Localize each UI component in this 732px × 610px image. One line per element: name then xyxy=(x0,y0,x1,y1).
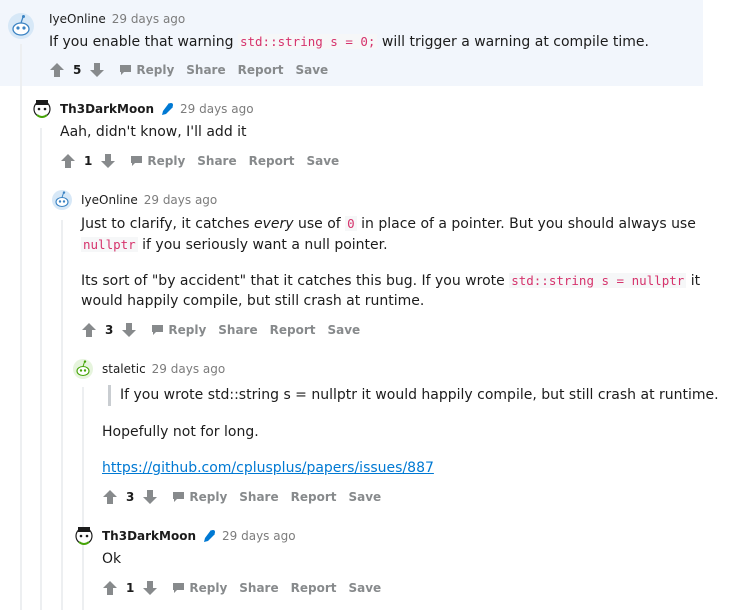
timestamp[interactable]: 29 days ago xyxy=(112,12,186,26)
arrow-down-icon[interactable] xyxy=(100,153,116,169)
report-button[interactable]: Report xyxy=(291,490,337,504)
comment-body: Aah, didn't know, I'll add it xyxy=(60,124,247,140)
comment-bubble-icon xyxy=(152,325,164,335)
comment-actions: 3 Reply Share Report Save xyxy=(102,489,381,505)
inline-code: 0 xyxy=(345,216,357,231)
comment-link-line: https://github.com/cplusplus/papers/issu… xyxy=(102,458,434,479)
inline-code: nullptr xyxy=(81,237,138,252)
reply-button[interactable]: Reply xyxy=(172,581,227,595)
arrow-up-icon[interactable] xyxy=(81,322,97,338)
comment-body: Hopefully not for long. xyxy=(102,424,259,440)
avatar[interactable] xyxy=(51,189,73,211)
arrow-down-icon[interactable] xyxy=(142,489,158,505)
timestamp[interactable]: 29 days ago xyxy=(180,102,254,116)
avatar[interactable] xyxy=(31,97,53,119)
avatar[interactable] xyxy=(73,524,95,546)
comment-bubble-icon xyxy=(120,65,132,75)
comment-meta: IyeOnline 29 days ago xyxy=(81,193,217,207)
vote-score: 3 xyxy=(105,323,114,337)
comment-meta: IyeOnline 29 days ago xyxy=(49,12,185,26)
save-button[interactable]: Save xyxy=(348,581,381,595)
thread-line[interactable] xyxy=(82,387,84,610)
inline-code: std::string s = 0; xyxy=(237,34,378,49)
comment-body: If you enable that warning std::string s… xyxy=(49,34,649,50)
save-button[interactable]: Save xyxy=(348,490,381,504)
vote-score: 3 xyxy=(126,490,135,504)
reply-button[interactable]: Reply xyxy=(172,490,227,504)
comment-body: Its sort of "by accident" that it catche… xyxy=(81,273,701,289)
blockquote: If you wrote std::string s = nullptr it … xyxy=(108,385,719,406)
comment-body: Ok xyxy=(102,551,122,567)
avatar[interactable] xyxy=(72,358,94,380)
share-button[interactable]: Share xyxy=(218,323,257,337)
save-button[interactable]: Save xyxy=(306,154,339,168)
thread-line[interactable] xyxy=(61,220,63,610)
timestamp[interactable]: 29 days ago xyxy=(222,529,296,543)
arrow-up-icon[interactable] xyxy=(102,580,118,596)
external-link[interactable]: https://github.com/cplusplus/papers/issu… xyxy=(102,460,434,476)
author-name[interactable]: Th3DarkMoon xyxy=(60,102,154,116)
share-button[interactable]: Share xyxy=(197,154,236,168)
thread-line[interactable] xyxy=(40,128,42,610)
share-button[interactable]: Share xyxy=(239,581,278,595)
report-button[interactable]: Report xyxy=(238,63,284,77)
vote-score: 5 xyxy=(73,63,82,77)
vote-score: 1 xyxy=(126,581,135,595)
save-button[interactable]: Save xyxy=(295,63,328,77)
timestamp[interactable]: 29 days ago xyxy=(152,362,226,376)
share-button[interactable]: Share xyxy=(186,63,225,77)
author-name[interactable]: staletic xyxy=(102,362,146,376)
arrow-up-icon[interactable] xyxy=(49,62,65,78)
arrow-down-icon[interactable] xyxy=(89,62,105,78)
comment-body: Just to clarify, it catches every use of… xyxy=(81,216,696,232)
inline-code: std::string s = nullptr xyxy=(509,273,687,288)
reply-button[interactable]: Reply xyxy=(130,154,185,168)
comment-bubble-icon xyxy=(173,583,185,593)
arrow-up-icon[interactable] xyxy=(102,489,118,505)
comment-meta: Th3DarkMoon 29 days ago xyxy=(102,529,296,543)
comment-meta: Th3DarkMoon 29 days ago xyxy=(60,102,254,116)
comment-bubble-icon xyxy=(173,492,185,502)
comment-actions: 1 Reply Share Report Save xyxy=(60,153,339,169)
reply-button[interactable]: Reply xyxy=(151,323,206,337)
report-button[interactable]: Report xyxy=(291,581,337,595)
comment-actions: 1 Reply Share Report Save xyxy=(102,580,381,596)
comment-meta: staletic 29 days ago xyxy=(102,362,225,376)
reply-button[interactable]: Reply xyxy=(119,63,174,77)
save-button[interactable]: Save xyxy=(327,323,360,337)
author-name[interactable]: Th3DarkMoon xyxy=(102,529,196,543)
arrow-up-icon[interactable] xyxy=(60,153,76,169)
avatar[interactable] xyxy=(7,12,35,40)
comment-bubble-icon xyxy=(131,156,143,166)
arrow-down-icon[interactable] xyxy=(142,580,158,596)
comment-actions: 3 Reply Share Report Save xyxy=(81,322,360,338)
report-button[interactable]: Report xyxy=(270,323,316,337)
author-name[interactable]: IyeOnline xyxy=(49,12,106,26)
report-button[interactable]: Report xyxy=(249,154,295,168)
vote-score: 1 xyxy=(84,154,93,168)
comment-body-line: nullptr if you seriously want a null poi… xyxy=(81,237,388,253)
timestamp[interactable]: 29 days ago xyxy=(144,193,218,207)
arrow-down-icon[interactable] xyxy=(121,322,137,338)
microphone-icon xyxy=(204,530,216,542)
author-name[interactable]: IyeOnline xyxy=(81,193,138,207)
share-button[interactable]: Share xyxy=(239,490,278,504)
comment-actions: 5 Reply Share Report Save xyxy=(49,62,328,78)
comment-body-line: would happily compile, but still crash a… xyxy=(81,293,425,309)
thread-line[interactable] xyxy=(20,44,22,610)
microphone-icon xyxy=(162,103,174,115)
